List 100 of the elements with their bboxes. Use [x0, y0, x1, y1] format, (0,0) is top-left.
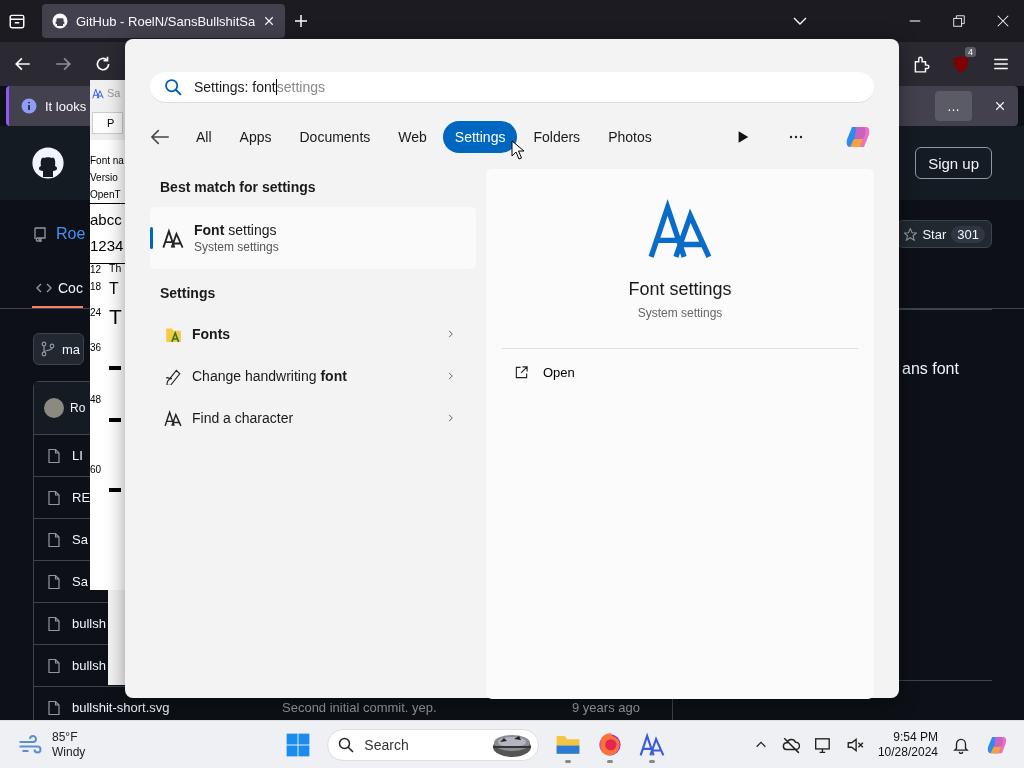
- notification-badge: 4: [965, 47, 976, 57]
- result-item[interactable]: Find a character: [192, 410, 436, 426]
- print-button[interactable]: P: [92, 112, 123, 134]
- star-button[interactable]: Star 301: [897, 220, 992, 248]
- branch-button[interactable]: ma: [33, 333, 85, 365]
- font-sample: Th: [109, 264, 122, 275]
- chevron-right-icon: [446, 371, 456, 381]
- font-folder-icon: [164, 325, 182, 343]
- filter-tab[interactable]: All: [184, 121, 224, 153]
- filter-tab[interactable]: Photos: [596, 121, 664, 153]
- filter-tab[interactable]: Web: [386, 121, 439, 153]
- font-sample: T: [109, 307, 122, 329]
- cursor-icon: [511, 140, 525, 160]
- close-icon[interactable]: [996, 14, 1010, 28]
- file-icon: [46, 573, 62, 590]
- cloud-off-icon[interactable]: [781, 735, 800, 754]
- file-icon: [46, 699, 62, 716]
- font-icon: [164, 409, 182, 427]
- size-label: 18: [90, 281, 103, 293]
- file-name[interactable]: Sa: [72, 574, 88, 589]
- reload-icon[interactable]: [94, 55, 112, 73]
- commit-author[interactable]: Ro: [70, 401, 86, 415]
- avatar: [44, 398, 64, 418]
- external-link-icon: [514, 365, 529, 380]
- close-icon[interactable]: [994, 100, 1006, 112]
- font-sample: 1234: [90, 236, 125, 256]
- open-button[interactable]: Open: [502, 349, 587, 396]
- sign-up-button[interactable]: Sign up: [915, 147, 992, 179]
- commit-age: 9 years ago: [572, 700, 640, 715]
- forward-icon[interactable]: [54, 55, 72, 73]
- glyph-mark: [109, 488, 121, 493]
- browser-tab[interactable]: GitHub - RoelN/SansBullshitSa: [42, 4, 286, 38]
- search-icon: [164, 78, 182, 96]
- size-label: 36: [90, 342, 103, 354]
- glyph-mark: [109, 366, 121, 371]
- volume-muted-icon[interactable]: [845, 735, 864, 754]
- file-name[interactable]: Sa: [72, 532, 88, 547]
- size-label: 60: [90, 464, 103, 476]
- code-tab[interactable]: Coc: [32, 280, 83, 308]
- file-name[interactable]: bullsh: [72, 616, 106, 631]
- temperature[interactable]: 85°F: [52, 729, 86, 745]
- repo-icon: [32, 226, 48, 242]
- back-icon[interactable]: [150, 127, 170, 147]
- branch-icon: [40, 341, 56, 357]
- result-item[interactable]: Change handwriting font: [192, 368, 436, 384]
- font-sample: T: [109, 281, 119, 298]
- notification-button[interactable]: …: [935, 91, 972, 121]
- font-info-line: Font na: [90, 154, 125, 168]
- file-name[interactable]: RE: [72, 490, 91, 505]
- chevron-right-icon: [446, 329, 456, 339]
- pen-icon: [164, 367, 182, 385]
- tab-list-icon[interactable]: [8, 12, 26, 30]
- search-icon: [338, 736, 355, 753]
- file-icon: [46, 447, 62, 464]
- notification-text: It looks: [45, 98, 87, 114]
- restore-icon[interactable]: [952, 14, 966, 28]
- font-info-line: Versio: [90, 171, 119, 185]
- github-logo-icon: [52, 13, 68, 29]
- filter-tab[interactable]: Settings: [442, 121, 518, 153]
- close-icon[interactable]: [263, 15, 276, 27]
- star-icon: [904, 227, 918, 241]
- extensions-icon[interactable]: [912, 55, 930, 73]
- monitor-icon[interactable]: [813, 735, 832, 754]
- search-field[interactable]: Settings: fontsettings: [150, 72, 874, 103]
- filter-tab[interactable]: Apps: [227, 121, 284, 153]
- filter-tab[interactable]: Folders: [521, 121, 593, 153]
- info-icon: [21, 98, 37, 114]
- font-icon: [162, 227, 184, 249]
- start-icon[interactable]: [285, 731, 312, 758]
- filter-tab[interactable]: Documents: [287, 121, 383, 153]
- font-sample: abcc: [90, 210, 123, 230]
- best-match-result[interactable]: Font settings System settings: [150, 207, 476, 269]
- size-label: 48: [90, 394, 103, 406]
- detail-title: Font settings: [628, 279, 732, 300]
- glyph-mark: [109, 418, 121, 423]
- file-icon: [46, 489, 62, 506]
- new-tab-icon[interactable]: [293, 13, 310, 29]
- clock[interactable]: 9:54 PM 10/28/2024: [877, 729, 938, 760]
- back-icon[interactable]: [14, 55, 32, 73]
- section-heading: Best match for settings: [159, 178, 317, 197]
- font-icon: [92, 87, 104, 99]
- commit-message[interactable]: Second initial commit. yep.: [282, 700, 562, 715]
- repo-name[interactable]: Roe: [56, 225, 86, 243]
- file-name[interactable]: bullshit-short.svg: [72, 700, 272, 715]
- file-name[interactable]: LI: [72, 448, 83, 463]
- play-icon[interactable]: [736, 130, 750, 144]
- file-name[interactable]: bullsh: [72, 658, 106, 673]
- result-item[interactable]: Fonts: [192, 326, 436, 342]
- taskbar-search[interactable]: Search: [327, 728, 540, 761]
- repo-description: ans font: [902, 360, 959, 377]
- star-count: 301: [951, 225, 985, 243]
- github-logo-icon[interactable]: [32, 147, 64, 179]
- size-label: 24: [90, 307, 103, 319]
- detail-subtitle: System settings: [637, 306, 723, 320]
- size-label: 12: [90, 264, 103, 275]
- chevron-right-icon: [446, 413, 456, 423]
- section-heading: Settings: [159, 284, 217, 303]
- font-info-line: OpenT: [90, 188, 122, 202]
- file-icon: [46, 657, 62, 674]
- weather-condition[interactable]: Windy: [52, 744, 86, 760]
